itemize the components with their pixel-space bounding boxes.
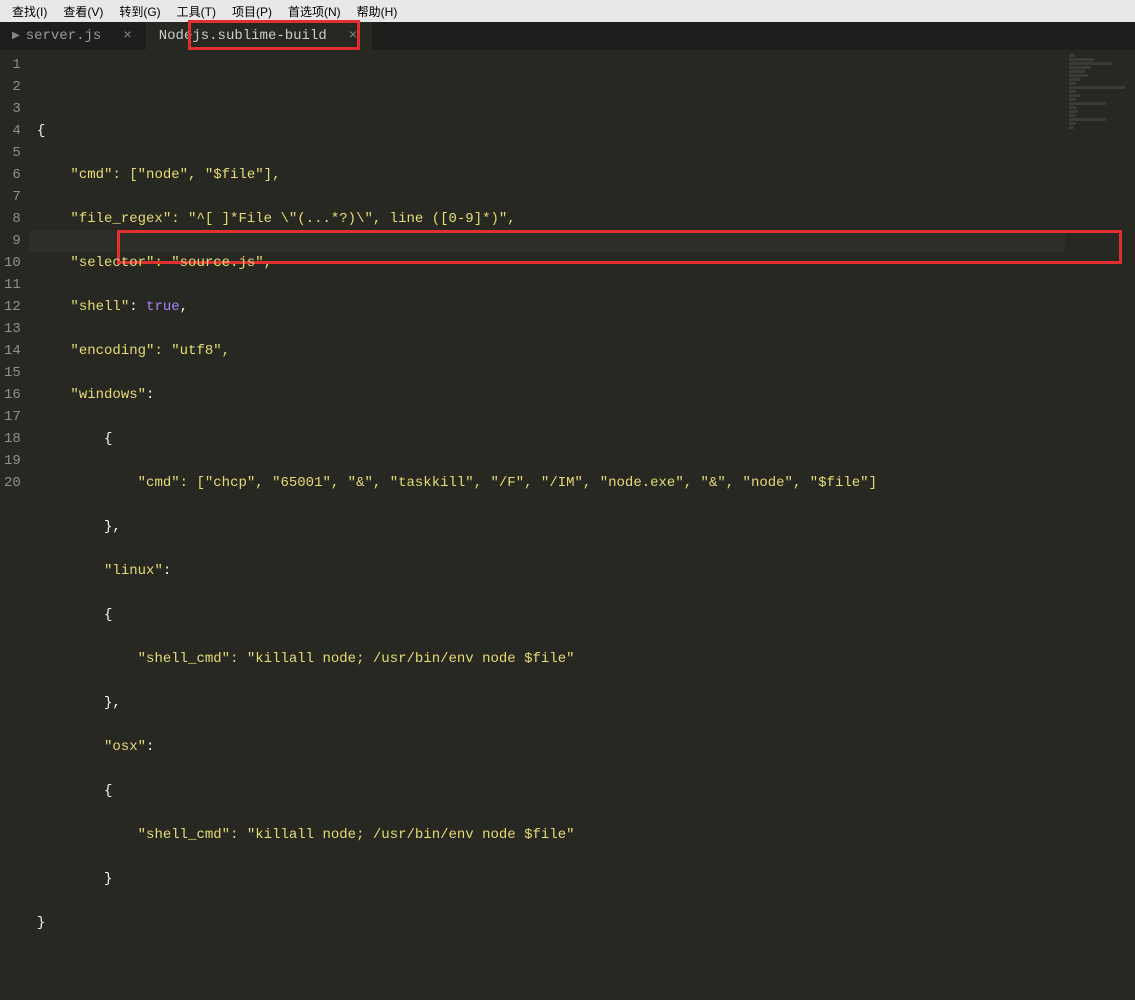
- line-number: 18: [4, 428, 21, 450]
- minimap-line: [1069, 122, 1076, 125]
- menu-find[interactable]: 查找(I): [4, 1, 55, 22]
- menu-view[interactable]: 查看(V): [55, 1, 111, 22]
- code-text: : ["node", "$file"],: [112, 167, 280, 183]
- code-text: "windows": [70, 387, 146, 403]
- line-number: 7: [4, 186, 21, 208]
- minimap-line: [1069, 74, 1088, 77]
- code-text: true: [146, 299, 180, 315]
- code-text: : "killall node; /usr/bin/env node $file…: [230, 827, 574, 843]
- chevron-right-icon: ▶: [12, 30, 20, 42]
- code-text: }: [37, 915, 45, 931]
- code-text: "shell_cmd": [138, 651, 230, 667]
- tab-label: Nodejs.sublime-build: [159, 28, 327, 44]
- minimap-line: [1069, 62, 1112, 65]
- code-text: :: [146, 739, 154, 755]
- menu-tools[interactable]: 工具(T): [169, 1, 224, 22]
- minimap-line: [1069, 86, 1125, 89]
- minimap-line: [1069, 126, 1074, 129]
- line-number: 16: [4, 384, 21, 406]
- code-text: : "killall node; /usr/bin/env node $file…: [230, 651, 574, 667]
- editor-area: 1 2 3 4 5 6 7 8 9 10 11 12 13 14 15 16 1…: [0, 50, 1135, 534]
- line-number: 11: [4, 274, 21, 296]
- code-text: },: [104, 695, 121, 711]
- code-text: "encoding": [70, 343, 154, 359]
- code-text: "selector": [70, 255, 154, 271]
- code-text: {: [37, 123, 45, 139]
- line-number: 15: [4, 362, 21, 384]
- menu-goto[interactable]: 转到(G): [111, 1, 168, 22]
- minimap-line: [1069, 102, 1106, 105]
- line-number: 1: [4, 54, 21, 76]
- minimap-line: [1069, 110, 1078, 113]
- code-text: ,: [180, 299, 188, 315]
- current-line-highlight: [29, 230, 1065, 252]
- code-text: "osx": [104, 739, 146, 755]
- tab-label: server.js: [26, 28, 102, 44]
- code-text: :: [163, 563, 171, 579]
- code-text: "shell_cmd": [138, 827, 230, 843]
- menubar: 查找(I) 查看(V) 转到(G) 工具(T) 项目(P) 首选项(N) 帮助(…: [0, 0, 1135, 22]
- line-number: 6: [4, 164, 21, 186]
- minimap-line: [1069, 94, 1080, 97]
- line-number: 4: [4, 120, 21, 142]
- code-text: : ["chcp", "65001", "&", "taskkill", "/F…: [180, 475, 877, 491]
- minimap-line: [1069, 54, 1075, 57]
- minimap-line: [1069, 82, 1076, 85]
- code-text: "file_regex": [70, 211, 171, 227]
- code-text: {: [104, 431, 112, 447]
- code-text: :: [129, 299, 146, 315]
- code-text: "cmd": [138, 475, 180, 491]
- tabbar: ▶ server.js × Nodejs.sublime-build ×: [0, 22, 1135, 50]
- code-text: : "source.js",: [154, 255, 272, 271]
- minimap-line: [1069, 78, 1080, 81]
- code-text: :: [146, 387, 154, 403]
- gutter: 1 2 3 4 5 6 7 8 9 10 11 12 13 14 15 16 1…: [0, 50, 29, 534]
- code-text: "linux": [104, 563, 163, 579]
- line-number: 19: [4, 450, 21, 472]
- menu-help[interactable]: 帮助(H): [349, 1, 406, 22]
- code-text: }: [104, 871, 112, 887]
- code-text: {: [104, 783, 112, 799]
- code-text: : "^[ ]*File \"(...*?)\", line ([0-9]*)"…: [171, 211, 515, 227]
- line-number: 17: [4, 406, 21, 428]
- close-icon[interactable]: ×: [347, 28, 359, 44]
- menu-project[interactable]: 项目(P): [224, 1, 280, 22]
- line-number: 2: [4, 76, 21, 98]
- minimap-line: [1069, 66, 1091, 69]
- minimap-line: [1069, 90, 1076, 93]
- code-text: : "utf8",: [154, 343, 230, 359]
- tab-serverjs[interactable]: ▶ server.js ×: [0, 22, 147, 50]
- minimap-line: [1069, 70, 1085, 73]
- line-number: 9: [4, 230, 21, 252]
- minimap[interactable]: [1065, 50, 1135, 534]
- line-number: 13: [4, 318, 21, 340]
- code-editor[interactable]: { "cmd": ["node", "$file"], "file_regex"…: [29, 50, 1065, 534]
- code-text: {: [104, 607, 112, 623]
- line-number: 3: [4, 98, 21, 120]
- minimap-line: [1069, 58, 1094, 61]
- line-number: 8: [4, 208, 21, 230]
- minimap-line: [1069, 106, 1076, 109]
- tab-nodejs-build[interactable]: Nodejs.sublime-build ×: [147, 22, 372, 50]
- close-icon[interactable]: ×: [121, 28, 133, 44]
- code-text: "shell": [70, 299, 129, 315]
- minimap-line: [1069, 118, 1106, 121]
- minimap-line: [1069, 98, 1076, 101]
- line-number: 10: [4, 252, 21, 274]
- code-text: },: [104, 519, 121, 535]
- menu-preferences[interactable]: 首选项(N): [280, 1, 349, 22]
- code-text: "cmd": [70, 167, 112, 183]
- line-number: 20: [4, 472, 21, 494]
- line-number: 5: [4, 142, 21, 164]
- minimap-line: [1069, 114, 1076, 117]
- line-number: 14: [4, 340, 21, 362]
- line-number: 12: [4, 296, 21, 318]
